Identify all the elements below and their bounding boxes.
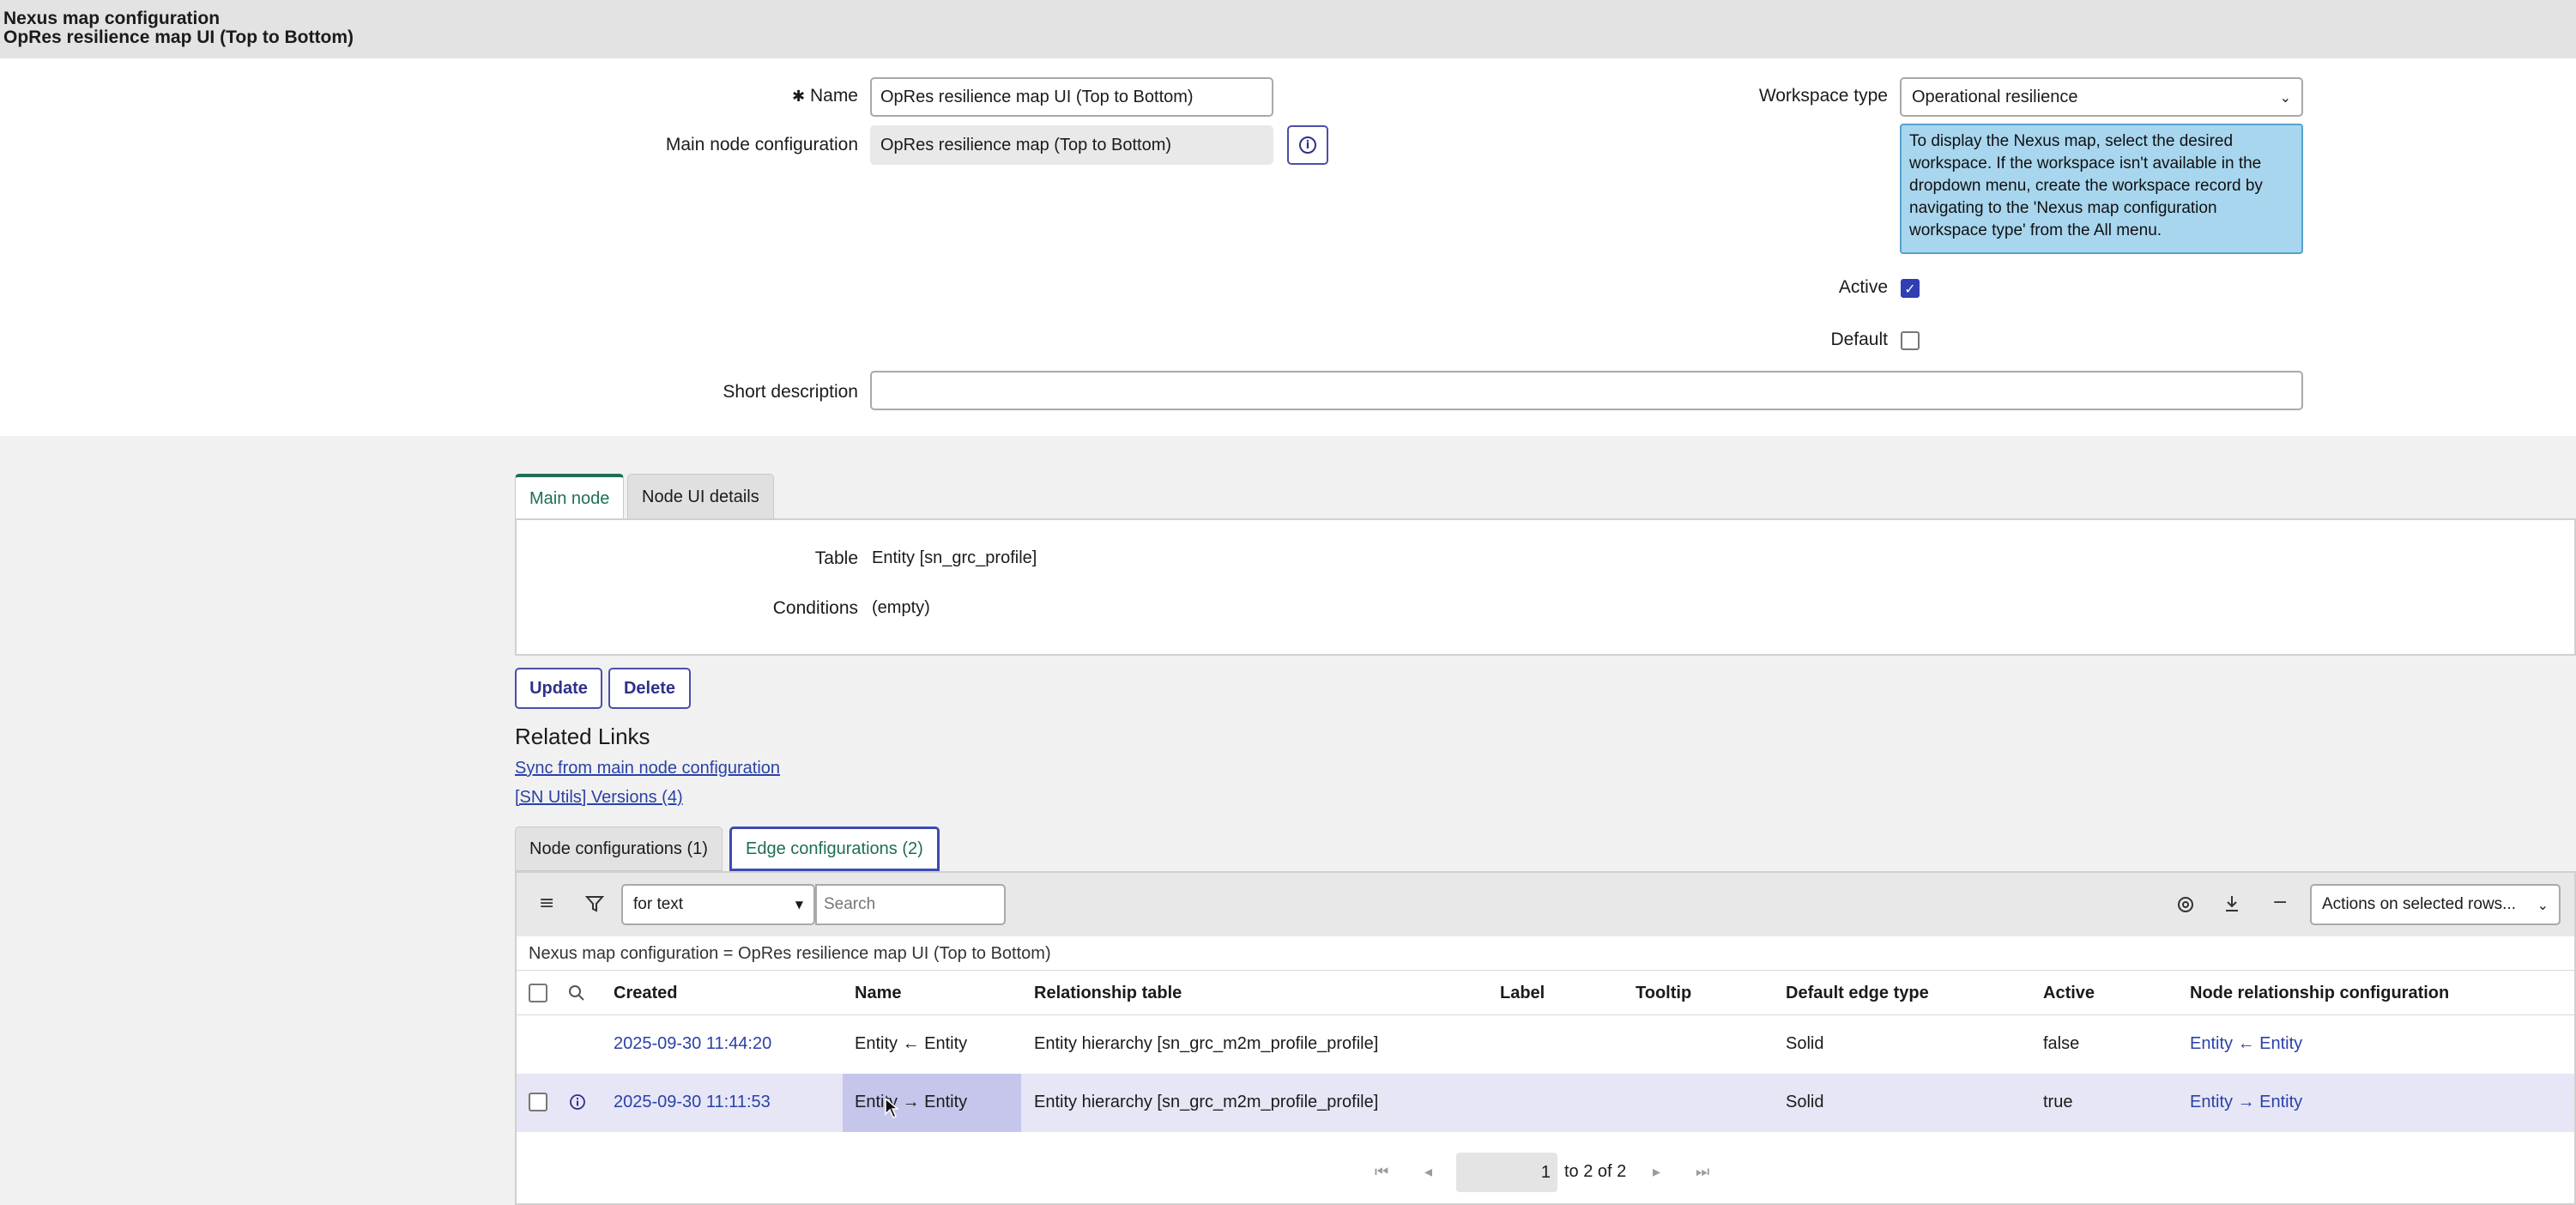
row-active[interactable]: false bbox=[2043, 1034, 2079, 1054]
tab-edge-configurations[interactable]: Edge configurations (2) bbox=[729, 827, 940, 871]
row-created-link[interactable]: 2025-09-30 11:11:53 bbox=[614, 1093, 771, 1112]
column-header-active[interactable]: Active bbox=[2043, 984, 2095, 1003]
conditions-value: (empty) bbox=[872, 598, 930, 617]
row-created-link[interactable]: 2025-09-30 11:44:20 bbox=[614, 1034, 771, 1054]
column-header-node-relationship-configuration[interactable]: Node relationship configuration bbox=[2190, 984, 2449, 1003]
main-node-field[interactable]: OpRes resilience map (Top to Bottom) bbox=[870, 125, 1273, 165]
active-checkbox[interactable]: ✓ bbox=[1901, 279, 1920, 298]
column-header-default-edge-type[interactable]: Default edge type bbox=[1786, 984, 1929, 1003]
required-icon: ✱ bbox=[792, 88, 806, 106]
short-description-field[interactable] bbox=[870, 371, 2303, 410]
row-default-edge-type[interactable]: Solid bbox=[1786, 1034, 1823, 1054]
caret-down-icon: ▼ bbox=[795, 899, 803, 911]
first-page-icon[interactable]: ⏮ bbox=[1375, 1163, 1388, 1181]
chevron-down-icon: ⌄ bbox=[2537, 896, 2549, 913]
name-field[interactable]: OpRes resilience map UI (Top to Bottom) bbox=[870, 77, 1273, 117]
row-default-edge-type[interactable]: Solid bbox=[1786, 1093, 1823, 1112]
actions-on-selected-rows-select[interactable]: Actions on selected rows... ⌄ bbox=[2310, 884, 2561, 925]
info-icon: i bbox=[1299, 136, 1316, 154]
main-node-panel bbox=[515, 518, 2576, 656]
name-label: Name bbox=[809, 86, 858, 106]
previous-page-icon[interactable]: ◂ bbox=[1424, 1163, 1432, 1181]
column-header-tooltip[interactable]: Tooltip bbox=[1636, 984, 1691, 1003]
workspace-type-value: Operational resilience bbox=[1912, 87, 2078, 106]
select-all-checkbox[interactable] bbox=[529, 984, 547, 1002]
default-checkbox[interactable] bbox=[1901, 331, 1920, 350]
settings-gear-icon[interactable] bbox=[2176, 895, 2195, 914]
page-range-text: to 2 of 2 bbox=[1564, 1162, 1627, 1181]
default-label: Default bbox=[1830, 330, 1888, 349]
list-breadcrumb[interactable]: Nexus map configuration = OpRes resilien… bbox=[529, 944, 1051, 964]
related-links-heading: Related Links bbox=[515, 724, 650, 749]
update-button[interactable]: Update bbox=[515, 668, 602, 709]
hamburger-menu-icon[interactable]: ≡ bbox=[539, 893, 554, 914]
row-relationship-table[interactable]: Entity hierarchy [sn_grc_m2m_profile_pro… bbox=[1034, 1034, 1378, 1054]
column-search-icon[interactable] bbox=[568, 984, 585, 1002]
main-node-info-button[interactable]: i bbox=[1287, 125, 1328, 165]
row-active[interactable]: true bbox=[2043, 1093, 2072, 1112]
delete-button[interactable]: Delete bbox=[608, 668, 691, 709]
record-header: Nexus map configuration OpRes resilience… bbox=[0, 0, 2576, 58]
table-label: Table bbox=[814, 548, 858, 568]
row-node-relationship-link[interactable]: Entity ← Entity bbox=[2190, 1034, 2302, 1054]
row-node-relationship-link[interactable]: Entity → Entity bbox=[2190, 1093, 2302, 1112]
active-label: Active bbox=[1838, 277, 1888, 297]
export-download-icon[interactable] bbox=[2223, 894, 2240, 913]
filter-icon[interactable] bbox=[585, 894, 604, 913]
search-field-value: for text bbox=[633, 895, 684, 913]
check-icon: ✓ bbox=[1904, 280, 1916, 297]
column-header-name[interactable]: Name bbox=[855, 984, 901, 1003]
name-label-group: ✱ Name bbox=[686, 86, 858, 106]
main-node-label: Main node configuration bbox=[665, 135, 858, 154]
conditions-label: Conditions bbox=[772, 598, 858, 618]
row-name[interactable]: Entity ← Entity bbox=[855, 1034, 967, 1054]
workspace-help-tooltip: To display the Nexus map, select the des… bbox=[1900, 124, 2303, 254]
next-page-icon[interactable]: ▸ bbox=[1653, 1163, 1660, 1181]
chevron-down-icon: ⌄ bbox=[2279, 88, 2291, 106]
row-info-icon[interactable] bbox=[569, 1093, 586, 1111]
tab-main-node[interactable]: Main node bbox=[515, 474, 625, 520]
collapse-minus-icon[interactable]: − bbox=[2272, 892, 2288, 913]
search-input[interactable] bbox=[815, 884, 1006, 925]
mouse-cursor-icon bbox=[885, 1097, 899, 1119]
column-header-relationship-table[interactable]: Relationship table bbox=[1034, 984, 1182, 1003]
tab-node-configurations[interactable]: Node configurations (1) bbox=[515, 827, 723, 871]
short-description-label: Short description bbox=[723, 382, 858, 402]
workspace-type-select[interactable]: Operational resilience ⌄ bbox=[1900, 77, 2303, 117]
sync-main-node-link[interactable]: Sync from main node configuration bbox=[515, 759, 780, 778]
last-page-icon[interactable]: ⏭ bbox=[1696, 1163, 1709, 1181]
tab-node-ui-details[interactable]: Node UI details bbox=[627, 474, 774, 520]
workspace-type-label: Workspace type bbox=[1758, 86, 1888, 106]
table-value: Entity [sn_grc_profile] bbox=[872, 548, 1037, 567]
row-relationship-table[interactable]: Entity hierarchy [sn_grc_m2m_profile_pro… bbox=[1034, 1093, 1378, 1112]
row-select-checkbox[interactable] bbox=[529, 1093, 547, 1111]
column-header-created[interactable]: Created bbox=[614, 984, 677, 1003]
sn-utils-versions-link[interactable]: [SN Utils] Versions (4) bbox=[515, 788, 683, 808]
record-name-title: OpRes resilience map UI (Top to Bottom) bbox=[3, 27, 354, 47]
row-name[interactable]: Entity → Entity bbox=[855, 1093, 967, 1112]
record-type-title: Nexus map configuration bbox=[3, 9, 221, 28]
actions-select-value: Actions on selected rows... bbox=[2322, 895, 2516, 913]
search-field-select[interactable]: for text ▼ bbox=[621, 884, 815, 925]
column-header-label[interactable]: Label bbox=[1500, 984, 1545, 1003]
page-number-input[interactable]: 1 bbox=[1456, 1153, 1557, 1192]
divider bbox=[517, 970, 2574, 971]
